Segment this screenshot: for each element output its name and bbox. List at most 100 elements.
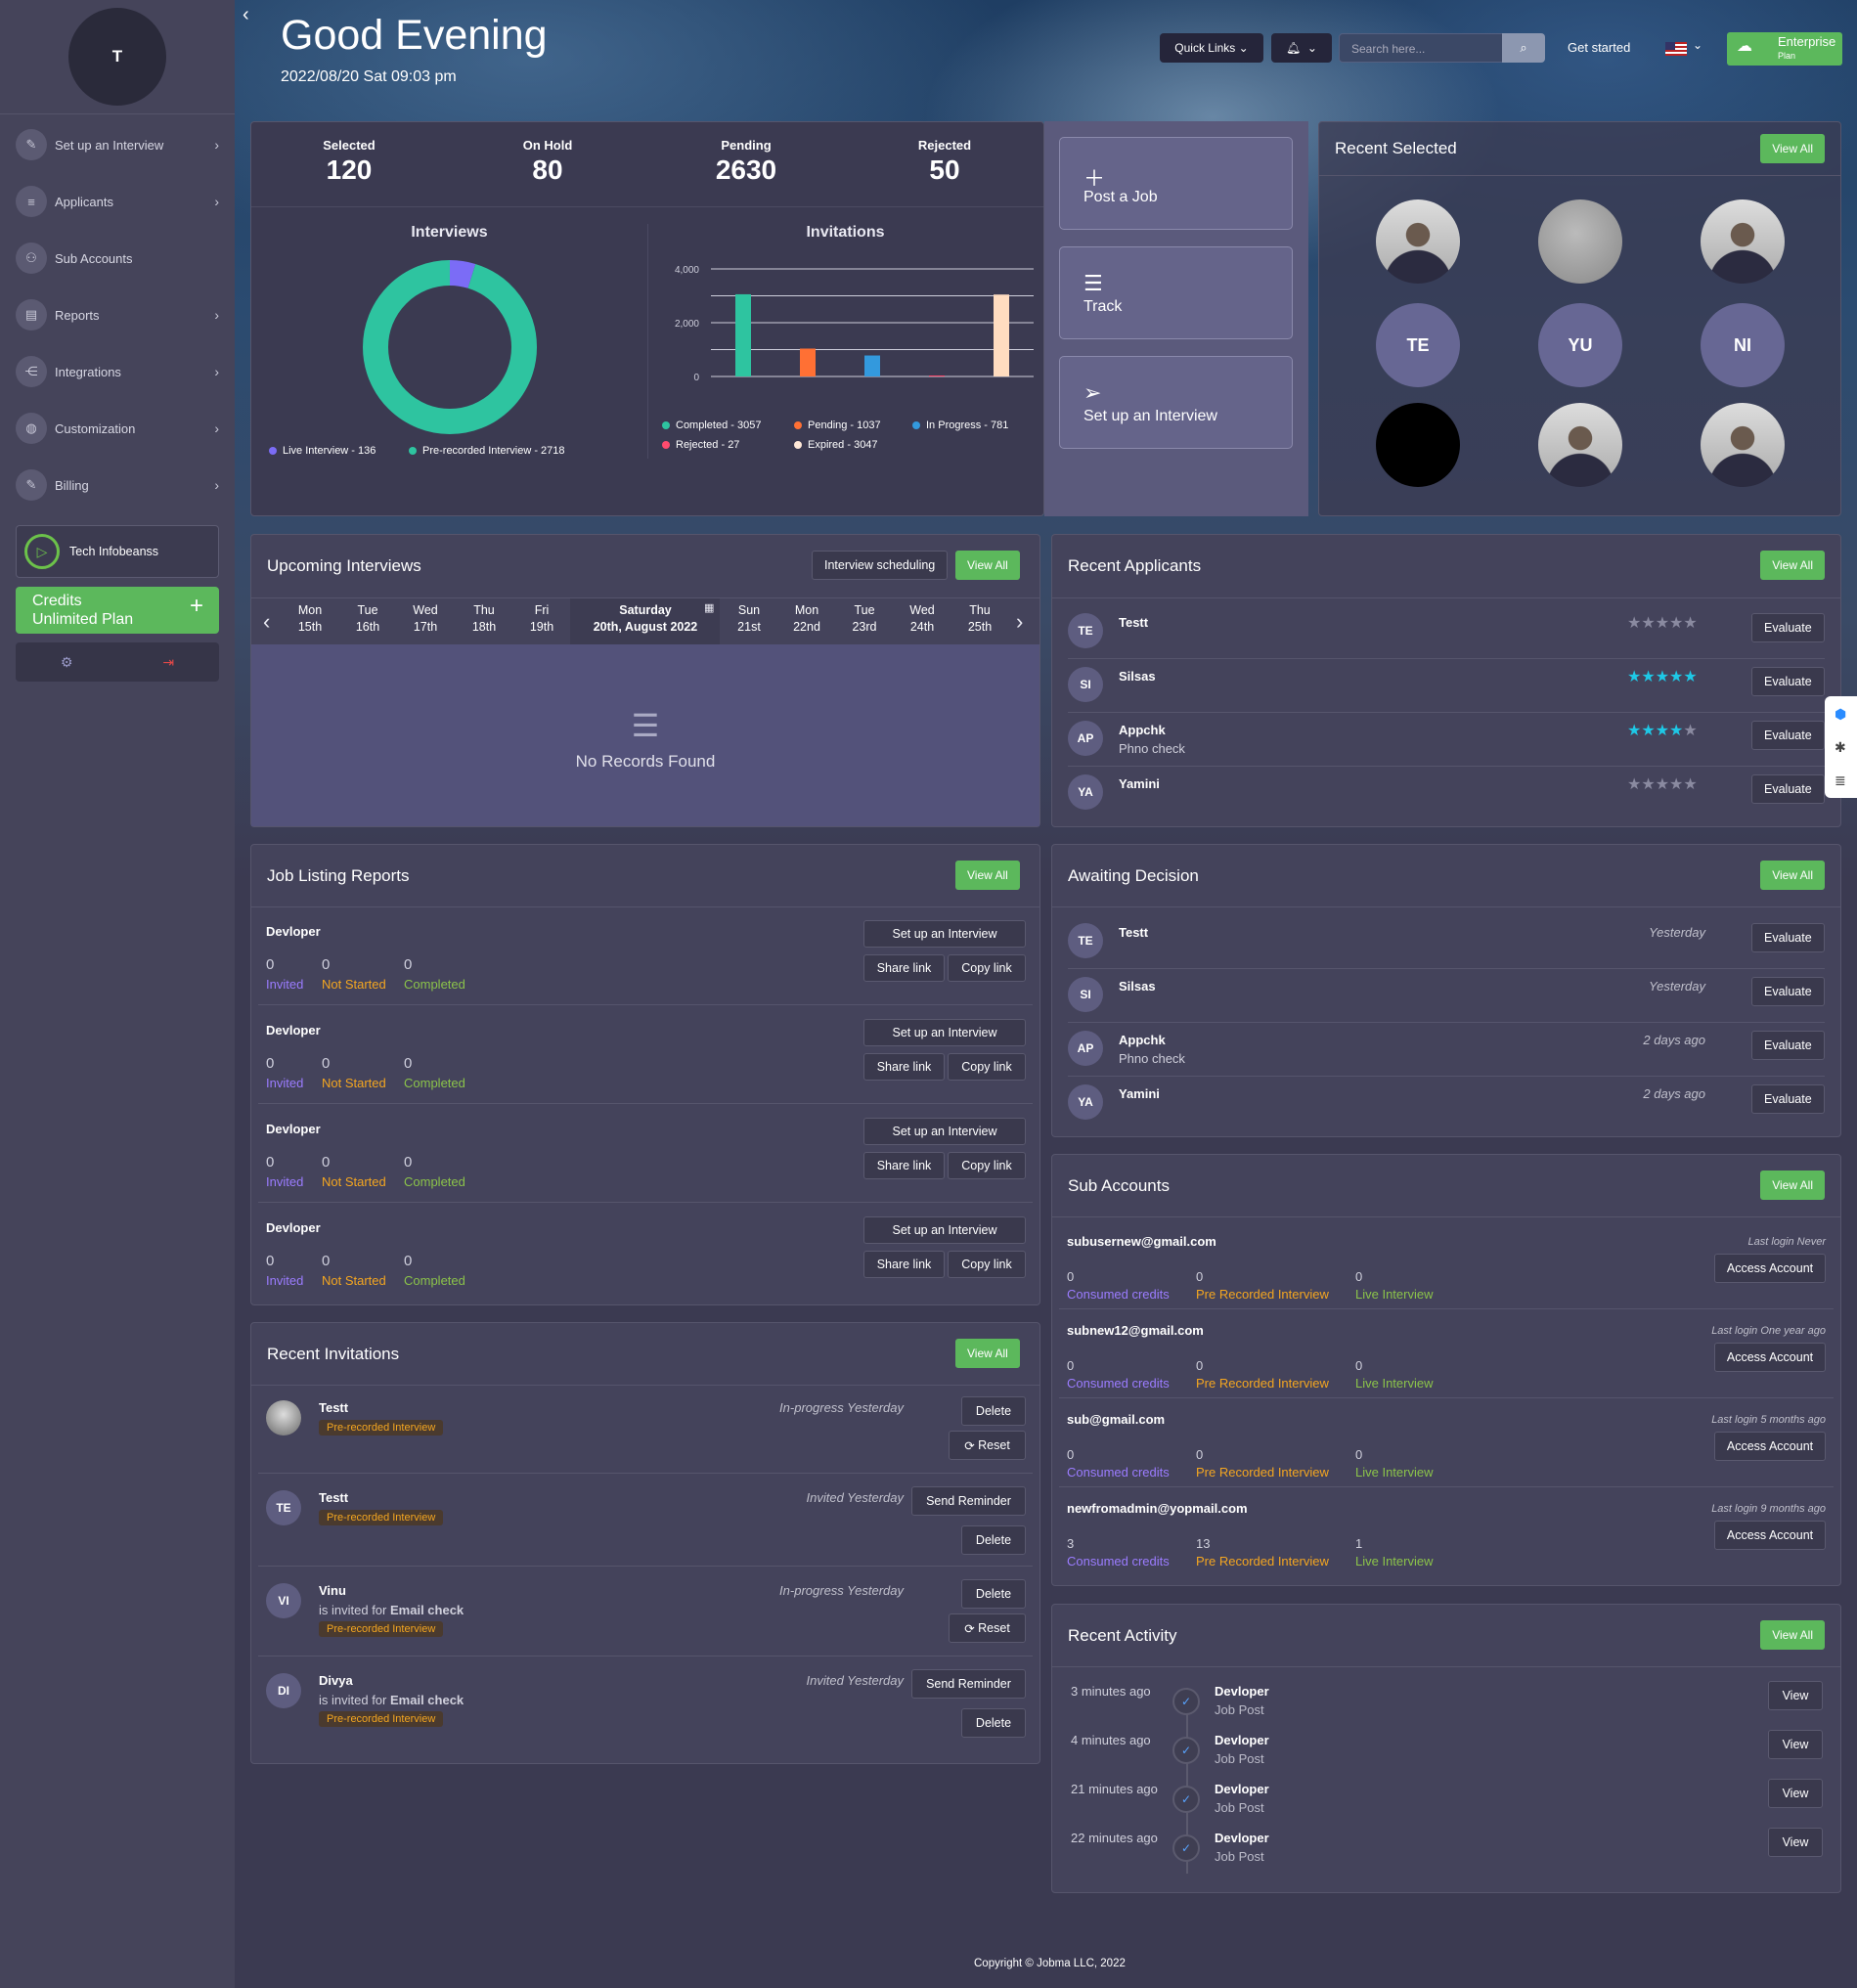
applicant-name[interactable]: Appchk: [1119, 723, 1166, 737]
post-job-button[interactable]: ＋ Post a Job: [1059, 137, 1293, 230]
day-cell[interactable]: Wed 24th: [893, 602, 951, 636]
applicant-name[interactable]: Testt: [1119, 615, 1148, 630]
cube-icon[interactable]: ⬢: [1835, 706, 1846, 723]
sidebar-item-applicants[interactable]: ≡ Applicants ›: [0, 173, 235, 230]
reset-button[interactable]: ⟳ Reset: [949, 1613, 1026, 1643]
share-link-button[interactable]: Share link: [863, 1053, 945, 1081]
candidate-initials[interactable]: YU: [1538, 303, 1622, 387]
evaluate-button[interactable]: Evaluate: [1751, 721, 1825, 750]
applicant-name[interactable]: Testt: [1119, 925, 1148, 940]
collapse-sidebar-icon[interactable]: ‹: [243, 4, 249, 26]
chevron-down-icon[interactable]: ⌄: [1693, 38, 1702, 52]
enterprise-plan-badge[interactable]: ☁ Enterprise Plan: [1727, 32, 1842, 66]
view-all-button[interactable]: View All: [1760, 134, 1825, 163]
add-credits-icon[interactable]: +: [190, 595, 203, 618]
user-avatar[interactable]: T: [68, 8, 166, 106]
setup-interview-button[interactable]: Set up an Interview: [863, 920, 1026, 948]
view-activity-button[interactable]: View: [1768, 1730, 1823, 1759]
access-account-button[interactable]: Access Account: [1714, 1343, 1826, 1372]
evaluate-button[interactable]: Evaluate: [1751, 667, 1825, 696]
day-cell[interactable]: Fri 19th: [512, 602, 571, 636]
invitee-avatar[interactable]: VI: [266, 1583, 301, 1618]
notifications-dropdown[interactable]: 🔔︎ ⌄: [1271, 33, 1332, 63]
applicant-avatar[interactable]: AP: [1068, 721, 1103, 756]
candidate-photo[interactable]: [1376, 403, 1460, 487]
sidebar-item-customization[interactable]: ◍ Customization ›: [0, 400, 235, 457]
view-activity-button[interactable]: View: [1768, 1779, 1823, 1808]
sidebar-item-billing[interactable]: ✎ Billing ›: [0, 457, 235, 513]
applicant-name[interactable]: Silsas: [1119, 979, 1156, 994]
invitee-avatar[interactable]: DI: [266, 1673, 301, 1708]
copy-link-button[interactable]: Copy link: [948, 1251, 1026, 1278]
view-activity-button[interactable]: View: [1768, 1828, 1823, 1857]
us-flag-icon[interactable]: [1665, 42, 1687, 56]
day-cell[interactable]: Thu 18th: [455, 602, 513, 636]
evaluate-button[interactable]: Evaluate: [1751, 923, 1825, 952]
company-switcher[interactable]: ▷ Tech Infobeanss: [16, 525, 219, 578]
day-cell[interactable]: Tue 23rd: [835, 602, 894, 636]
rating-stars[interactable]: ★★★★★: [1627, 613, 1698, 633]
applicant-avatar[interactable]: SI: [1068, 667, 1103, 702]
delete-button[interactable]: Delete: [961, 1708, 1026, 1738]
share-link-button[interactable]: Share link: [863, 1152, 945, 1179]
view-all-button[interactable]: View All: [1760, 1171, 1825, 1200]
copy-link-button[interactable]: Copy link: [948, 1152, 1026, 1179]
invitee-name[interactable]: Vinu: [319, 1583, 346, 1598]
copy-link-button[interactable]: Copy link: [948, 954, 1026, 982]
view-all-button[interactable]: View All: [955, 551, 1020, 580]
invitee-name[interactable]: Testt: [319, 1400, 348, 1415]
day-cell[interactable]: Mon 15th: [281, 602, 339, 636]
invitee-name[interactable]: Divya: [319, 1673, 353, 1688]
applicant-name[interactable]: Appchk: [1119, 1033, 1166, 1047]
candidate-photo[interactable]: [1376, 199, 1460, 284]
applicant-avatar[interactable]: YA: [1068, 1084, 1103, 1120]
get-started-link[interactable]: Get started: [1568, 40, 1630, 55]
setup-interview-button[interactable]: Set up an Interview: [863, 1216, 1026, 1244]
send-reminder-button[interactable]: Send Reminder: [911, 1486, 1026, 1516]
copy-link-button[interactable]: Copy link: [948, 1053, 1026, 1081]
sidebar-item-integrations[interactable]: ⋲ Integrations ›: [0, 343, 235, 400]
share-link-button[interactable]: Share link: [863, 1251, 945, 1278]
sidebar-item-sub-accounts[interactable]: ⚇ Sub Accounts: [0, 230, 235, 287]
track-button[interactable]: ☰ Track: [1059, 246, 1293, 339]
quick-links-dropdown[interactable]: Quick Links ⌄: [1160, 33, 1263, 63]
logout-icon[interactable]: ⇥: [162, 654, 174, 671]
invitee-name[interactable]: Testt: [319, 1490, 348, 1505]
view-all-button[interactable]: View All: [955, 1339, 1020, 1368]
view-all-button[interactable]: View All: [1760, 551, 1825, 580]
day-cell[interactable]: Sun 21st: [720, 602, 778, 636]
job-title[interactable]: Devloper: [266, 1122, 321, 1136]
settings-icon[interactable]: ⚙: [61, 654, 73, 671]
evaluate-button[interactable]: Evaluate: [1751, 774, 1825, 804]
candidate-photo[interactable]: [1538, 199, 1622, 284]
delete-button[interactable]: Delete: [961, 1579, 1026, 1609]
rating-stars[interactable]: ★★★★★: [1627, 774, 1698, 794]
applicant-avatar[interactable]: YA: [1068, 774, 1103, 810]
view-all-button[interactable]: View All: [1760, 1620, 1825, 1650]
access-account-button[interactable]: Access Account: [1714, 1432, 1826, 1461]
day-cell[interactable]: Thu 25th: [951, 602, 1009, 636]
search-icon[interactable]: ⌕: [1502, 33, 1545, 63]
send-reminder-button[interactable]: Send Reminder: [911, 1669, 1026, 1699]
share-link-button[interactable]: Share link: [863, 954, 945, 982]
applicant-name[interactable]: Yamini: [1119, 776, 1160, 791]
rating-stars[interactable]: ★★★★★: [1627, 721, 1698, 740]
setup-interview-button[interactable]: Set up an Interview: [863, 1118, 1026, 1145]
job-title[interactable]: Devloper: [266, 924, 321, 939]
setup-interview-button[interactable]: ➢ Set up an Interview: [1059, 356, 1293, 449]
evaluate-button[interactable]: Evaluate: [1751, 613, 1825, 642]
day-cell[interactable]: Tue 16th: [338, 602, 397, 636]
candidate-photo[interactable]: [1701, 199, 1785, 284]
applicant-avatar[interactable]: AP: [1068, 1031, 1103, 1066]
job-title[interactable]: Devloper: [266, 1220, 321, 1235]
candidate-initials[interactable]: TE: [1376, 303, 1460, 387]
rating-stars[interactable]: ★★★★★: [1627, 667, 1698, 686]
prev-week-icon[interactable]: ‹: [263, 609, 270, 635]
candidate-photo[interactable]: [1701, 403, 1785, 487]
view-all-button[interactable]: View All: [1760, 861, 1825, 890]
evaluate-button[interactable]: Evaluate: [1751, 977, 1825, 1006]
day-cell[interactable]: Wed 17th: [396, 602, 455, 636]
view-activity-button[interactable]: View: [1768, 1681, 1823, 1710]
delete-button[interactable]: Delete: [961, 1396, 1026, 1426]
sidebar-item-reports[interactable]: ▤ Reports ›: [0, 287, 235, 343]
